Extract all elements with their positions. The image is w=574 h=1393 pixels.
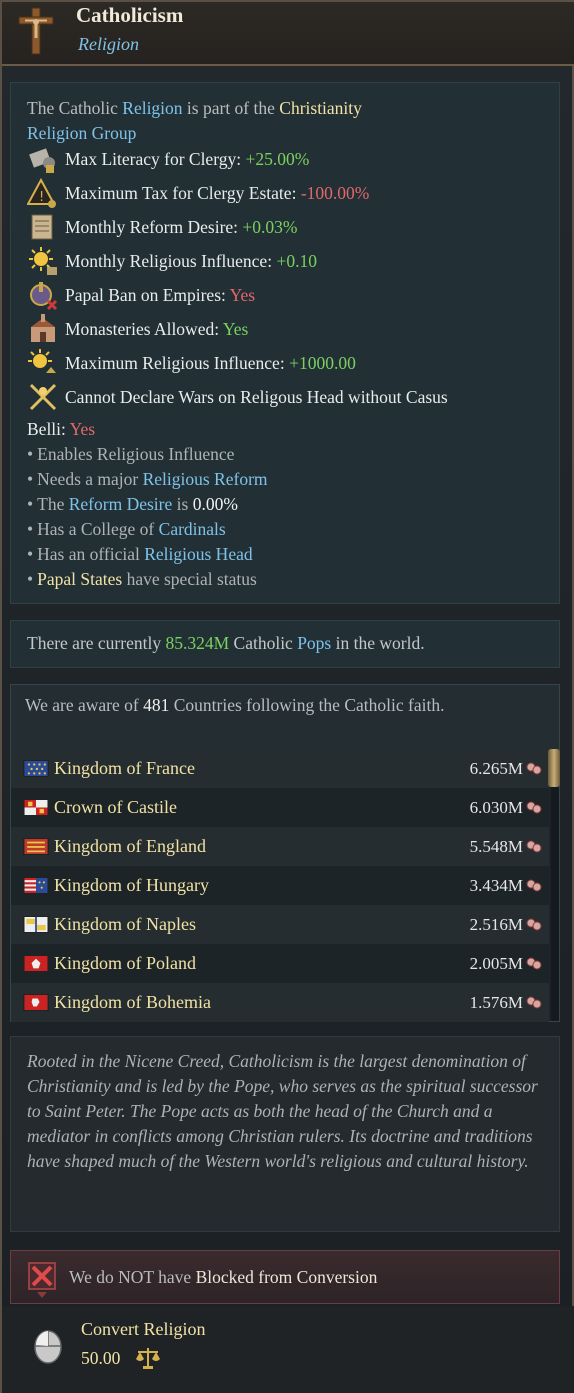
religion-window: Catholicism Religion The Catholic Religi… — [0, 0, 574, 1393]
bullet-item: • Needs a major Religious Reform — [27, 469, 268, 489]
christianity-link[interactable]: Christianity — [279, 98, 362, 118]
flag-hungary-icon — [23, 877, 49, 894]
page-title: Catholicism — [76, 3, 184, 27]
effect-row: Monthly Religious Influence: +0.10 — [27, 244, 317, 278]
bullet-item: • The Reform Desire is 0.00% — [27, 494, 238, 514]
country-row-france[interactable]: Kingdom of France 6.265M — [11, 749, 549, 788]
countries-header: We are aware of 481 Countries following … — [11, 685, 559, 749]
effect-row: Maximum Religious Influence: +1000.00 — [27, 346, 356, 380]
bullet-item: • Has an official Religious Head — [27, 544, 253, 564]
convert-cost: 50.00 — [81, 1348, 121, 1368]
page-subtitle[interactable]: Religion — [78, 34, 139, 55]
reform-desire-link[interactable]: Reform Desire — [69, 494, 173, 514]
country-row-hungary[interactable]: Kingdom of Hungary 3.434M — [11, 866, 549, 905]
bullet-item: • Has a College of Cardinals — [27, 519, 226, 539]
pops-icon — [526, 762, 542, 774]
convert-religion-action[interactable]: Convert Religion 50.00 — [2, 1306, 574, 1393]
scales-icon — [136, 1348, 160, 1369]
pops-icon — [526, 918, 542, 930]
intro-text: The Catholic Religion is part of the Chr… — [27, 98, 362, 118]
effect-row: ! Maximum Tax for Clergy Estate: -100.00… — [27, 176, 369, 210]
effect-row: Max Literacy for Clergy: +25.00% — [27, 142, 309, 176]
papal-states-link[interactable]: Papal States — [37, 569, 122, 589]
country-row-castile[interactable]: Crown of Castile 6.030M — [11, 788, 549, 827]
pops-icon — [526, 957, 542, 969]
svg-text:!: ! — [39, 190, 44, 205]
pops-link[interactable]: Pops — [297, 633, 331, 653]
flag-bohemia-icon — [23, 994, 49, 1011]
crucifix-icon — [18, 7, 54, 55]
monastery-icon — [27, 313, 59, 345]
blocked-icon — [28, 1262, 56, 1298]
flag-england-icon — [23, 838, 49, 855]
pops-icon — [526, 840, 542, 852]
convert-religion-label[interactable]: Convert Religion — [81, 1319, 206, 1340]
religion-link[interactable]: Religion — [122, 98, 182, 118]
effects-panel: The Catholic Religion is part of the Chr… — [10, 82, 560, 604]
country-row-england[interactable]: Kingdom of England 5.548M — [11, 827, 549, 866]
bullet-item: • Papal States have special status — [27, 569, 257, 589]
flag-naples-icon — [23, 916, 49, 933]
pops-icon — [526, 801, 542, 813]
effect-row: Monthly Reform Desire: +0.03% — [27, 210, 298, 244]
religious-reform-link[interactable]: Religious Reform — [143, 469, 268, 489]
religious-influence-icon — [27, 245, 59, 277]
effect-row: Cannot Declare Wars on Religous Head wit… — [27, 380, 448, 414]
description-panel: Rooted in the Nicene Creed, Catholicism … — [10, 1036, 560, 1232]
conversion-block-status: We do NOT have Blocked from Conversion — [10, 1250, 560, 1304]
belli-line: Belli: Yes — [27, 419, 96, 439]
flag-castile-icon — [23, 799, 49, 816]
scrollbar-track[interactable] — [551, 749, 559, 1021]
pops-icon — [526, 996, 542, 1008]
pops-summary: There are currently 85.324M Catholic Pop… — [27, 633, 425, 653]
flag-poland-icon — [23, 955, 49, 972]
effect-row: Monasteries Allowed: Yes — [27, 312, 248, 346]
window-header: Catholicism Religion — [2, 2, 574, 66]
flag-france-icon — [23, 760, 49, 777]
max-religious-influence-icon — [27, 347, 59, 379]
literacy-clergy-icon — [27, 143, 59, 175]
mouse-click-icon — [34, 1330, 62, 1364]
religion-description: Rooted in the Nicene Creed, Catholicism … — [27, 1051, 538, 1171]
pops-icon — [526, 879, 542, 891]
pops-panel: There are currently 85.324M Catholic Pop… — [10, 620, 560, 668]
countries-panel: We are aware of 481 Countries following … — [10, 684, 560, 1022]
tax-clergy-icon: ! — [27, 177, 59, 209]
country-row-poland[interactable]: Kingdom of Poland 2.005M — [11, 944, 549, 983]
effect-row: Papal Ban on Empires: Yes — [27, 278, 255, 312]
reform-desire-icon — [27, 211, 59, 243]
scrollbar-thumb[interactable] — [548, 749, 560, 787]
country-row-naples[interactable]: Kingdom of Naples 2.516M — [11, 905, 549, 944]
crossed-swords-icon — [27, 381, 59, 413]
papal-ban-icon — [27, 279, 59, 311]
cardinals-link[interactable]: Cardinals — [159, 519, 226, 539]
religious-head-link[interactable]: Religious Head — [144, 544, 252, 564]
bullet-item: • Enables Religious Influence — [27, 444, 235, 464]
country-row-bohemia[interactable]: Kingdom of Bohemia 1.576M — [11, 983, 549, 1022]
